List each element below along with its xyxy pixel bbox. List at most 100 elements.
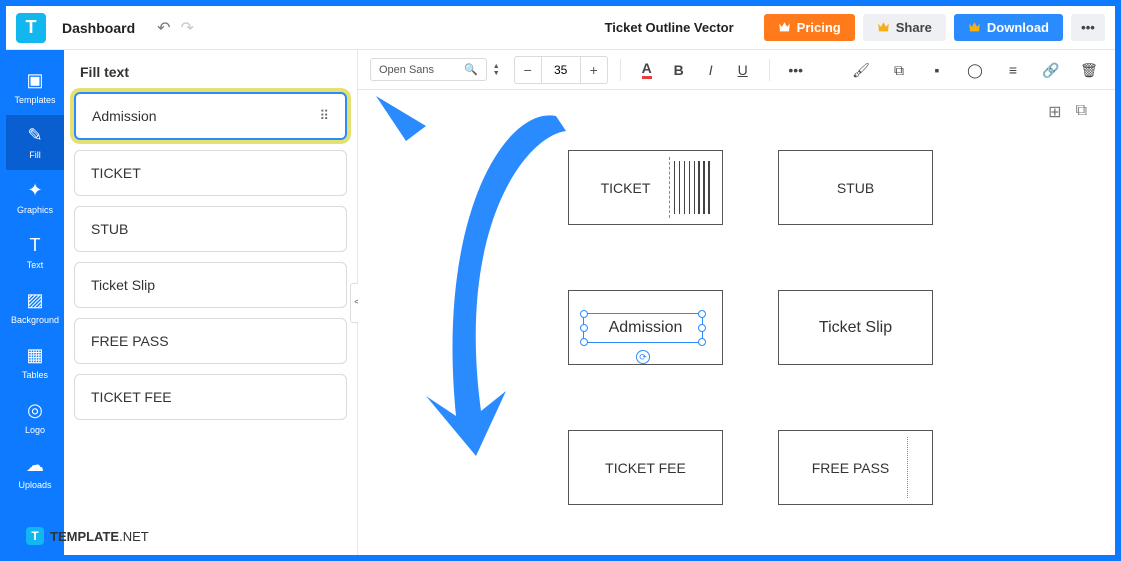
- nav-background[interactable]: ▨ Background: [6, 280, 64, 335]
- crown-icon: [968, 22, 981, 33]
- link-icon[interactable]: 🔗: [1037, 56, 1065, 84]
- format-bar: Open Sans 🔍 ▲▼ − + A B I U ••• 🖌 ⧉: [358, 50, 1115, 90]
- decrease-size-button[interactable]: −: [515, 57, 541, 83]
- pricing-label: Pricing: [797, 20, 841, 35]
- main-area: ▣Templates ✎Fill ✦Graphics T Text ▨ Backgr…: [6, 50, 1115, 555]
- top-bar: T Dashboard ↶ ↷ Ticket Outline Vector Pr…: [6, 6, 1115, 50]
- logo-nav-icon: ◎: [27, 400, 43, 421]
- canvas-page[interactable]: TICKET STUB ⟳: [438, 120, 1058, 550]
- nav-fill[interactable]: ✎Fill: [6, 115, 64, 170]
- resize-handle[interactable]: [698, 324, 706, 332]
- ticket-item[interactable]: Ticket Slip: [778, 290, 933, 365]
- more-format-button[interactable]: •••: [782, 56, 810, 84]
- font-stepper[interactable]: ▲▼: [493, 63, 500, 77]
- share-label: Share: [896, 20, 932, 35]
- nav-label: Background: [11, 315, 59, 325]
- fill-item-ticket-fee[interactable]: TICKET FEE: [74, 374, 347, 420]
- fill-item-stub[interactable]: STUB: [74, 206, 347, 252]
- resize-handle[interactable]: [580, 310, 588, 318]
- underline-button[interactable]: U: [729, 56, 757, 84]
- nav-text[interactable]: T Text: [6, 225, 64, 280]
- more-button[interactable]: •••: [1071, 14, 1105, 41]
- share-button[interactable]: Share: [863, 14, 946, 41]
- duplicate-page-icon[interactable]: ⧉: [1076, 102, 1087, 122]
- drag-handle-icon[interactable]: ⠿: [319, 108, 329, 124]
- text-color-button[interactable]: A: [633, 56, 661, 84]
- pricing-button[interactable]: Pricing: [764, 14, 855, 41]
- redo-button[interactable]: ↷: [181, 18, 194, 38]
- top-buttons: Pricing Share Download •••: [764, 14, 1105, 41]
- barcode-icon: [674, 161, 712, 214]
- align-icon[interactable]: ≡: [999, 56, 1027, 84]
- nav-label: Graphics: [17, 205, 53, 215]
- nav-tables[interactable]: ▦Tables: [6, 335, 64, 390]
- nav-uploads[interactable]: ☁Uploads: [6, 445, 64, 500]
- panel-title: Fill text: [74, 64, 347, 80]
- logo-icon: T: [26, 527, 44, 545]
- download-label: Download: [987, 20, 1049, 35]
- watermark: T TEMPLATE.NET: [26, 527, 149, 545]
- ticket-item[interactable]: TICKET FEE: [568, 430, 723, 505]
- fill-item-label: TICKET: [91, 165, 141, 181]
- uploads-icon: ☁: [26, 455, 44, 476]
- ticket-item[interactable]: ⟳ Admission: [568, 290, 723, 365]
- ticket-item[interactable]: FREE PASS: [778, 430, 933, 505]
- fill-item-label: Admission: [92, 108, 157, 124]
- nav-templates[interactable]: ▣Templates: [6, 60, 64, 115]
- undo-redo-group: ↶ ↷: [157, 18, 194, 38]
- fill-item-ticket[interactable]: TICKET: [74, 150, 347, 196]
- fill-item-free-pass[interactable]: FREE PASS: [74, 318, 347, 364]
- undo-button[interactable]: ↶: [157, 18, 170, 38]
- nav-label: Text: [27, 260, 44, 270]
- nav-label: Templates: [14, 95, 55, 105]
- font-select[interactable]: Open Sans 🔍: [370, 58, 487, 81]
- increase-size-button[interactable]: +: [581, 57, 607, 83]
- fill-item-label: STUB: [91, 221, 128, 237]
- font-size-input[interactable]: [541, 57, 581, 83]
- fill-item-label: TICKET FEE: [91, 389, 172, 405]
- nav-graphics[interactable]: ✦Graphics: [6, 170, 64, 225]
- font-size-group: − +: [514, 56, 608, 84]
- layers-icon[interactable]: ▪: [923, 56, 951, 84]
- trash-icon[interactable]: 🗑: [1075, 56, 1103, 84]
- ticket-label: Ticket Slip: [819, 319, 892, 337]
- text-color-icon: A: [642, 61, 652, 79]
- fill-item-ticket-slip[interactable]: Ticket Slip: [74, 262, 347, 308]
- download-button[interactable]: Download: [954, 14, 1063, 41]
- italic-button[interactable]: I: [697, 56, 725, 84]
- search-icon: 🔍: [464, 63, 478, 76]
- logo-icon[interactable]: T: [16, 13, 46, 43]
- ticket-label: STUB: [837, 180, 874, 196]
- ticket-item[interactable]: STUB: [778, 150, 933, 225]
- bold-button[interactable]: B: [665, 56, 693, 84]
- selection-box[interactable]: ⟳: [583, 313, 703, 343]
- rotate-handle[interactable]: ⟳: [636, 350, 650, 364]
- fill-item-label: FREE PASS: [91, 333, 169, 349]
- crown-icon: [877, 22, 890, 33]
- watermark-text: TEMPLATE.NET: [50, 529, 149, 544]
- resize-handle[interactable]: [698, 338, 706, 346]
- resize-handle[interactable]: [698, 310, 706, 318]
- side-panel: Fill text Admission ⠿ TICKET STUB Ticket…: [64, 50, 358, 555]
- resize-handle[interactable]: [580, 324, 588, 332]
- paint-roller-icon[interactable]: 🖌: [847, 56, 875, 84]
- nav-logo[interactable]: ◎Logo: [6, 390, 64, 445]
- nav-label: Tables: [22, 370, 48, 380]
- ticket-label: FREE PASS: [812, 460, 890, 476]
- dashboard-title[interactable]: Dashboard: [62, 20, 135, 36]
- divider: [769, 59, 770, 81]
- text-icon: T: [30, 235, 41, 256]
- fill-item-admission[interactable]: Admission ⠿: [74, 92, 347, 140]
- copy-icon[interactable]: ⧉: [885, 56, 913, 84]
- ticket-divider: [907, 437, 908, 498]
- add-page-icon[interactable]: ⊞: [1048, 102, 1061, 122]
- opacity-icon[interactable]: ◯: [961, 56, 989, 84]
- ticket-divider: [669, 157, 670, 218]
- fill-icon: ✎: [27, 125, 42, 146]
- document-title[interactable]: Ticket Outline Vector: [605, 20, 734, 35]
- font-name: Open Sans: [379, 64, 434, 76]
- ticket-label: TICKET: [601, 180, 651, 196]
- ticket-item[interactable]: TICKET: [568, 150, 723, 225]
- background-icon: ▨: [26, 290, 43, 311]
- resize-handle[interactable]: [580, 338, 588, 346]
